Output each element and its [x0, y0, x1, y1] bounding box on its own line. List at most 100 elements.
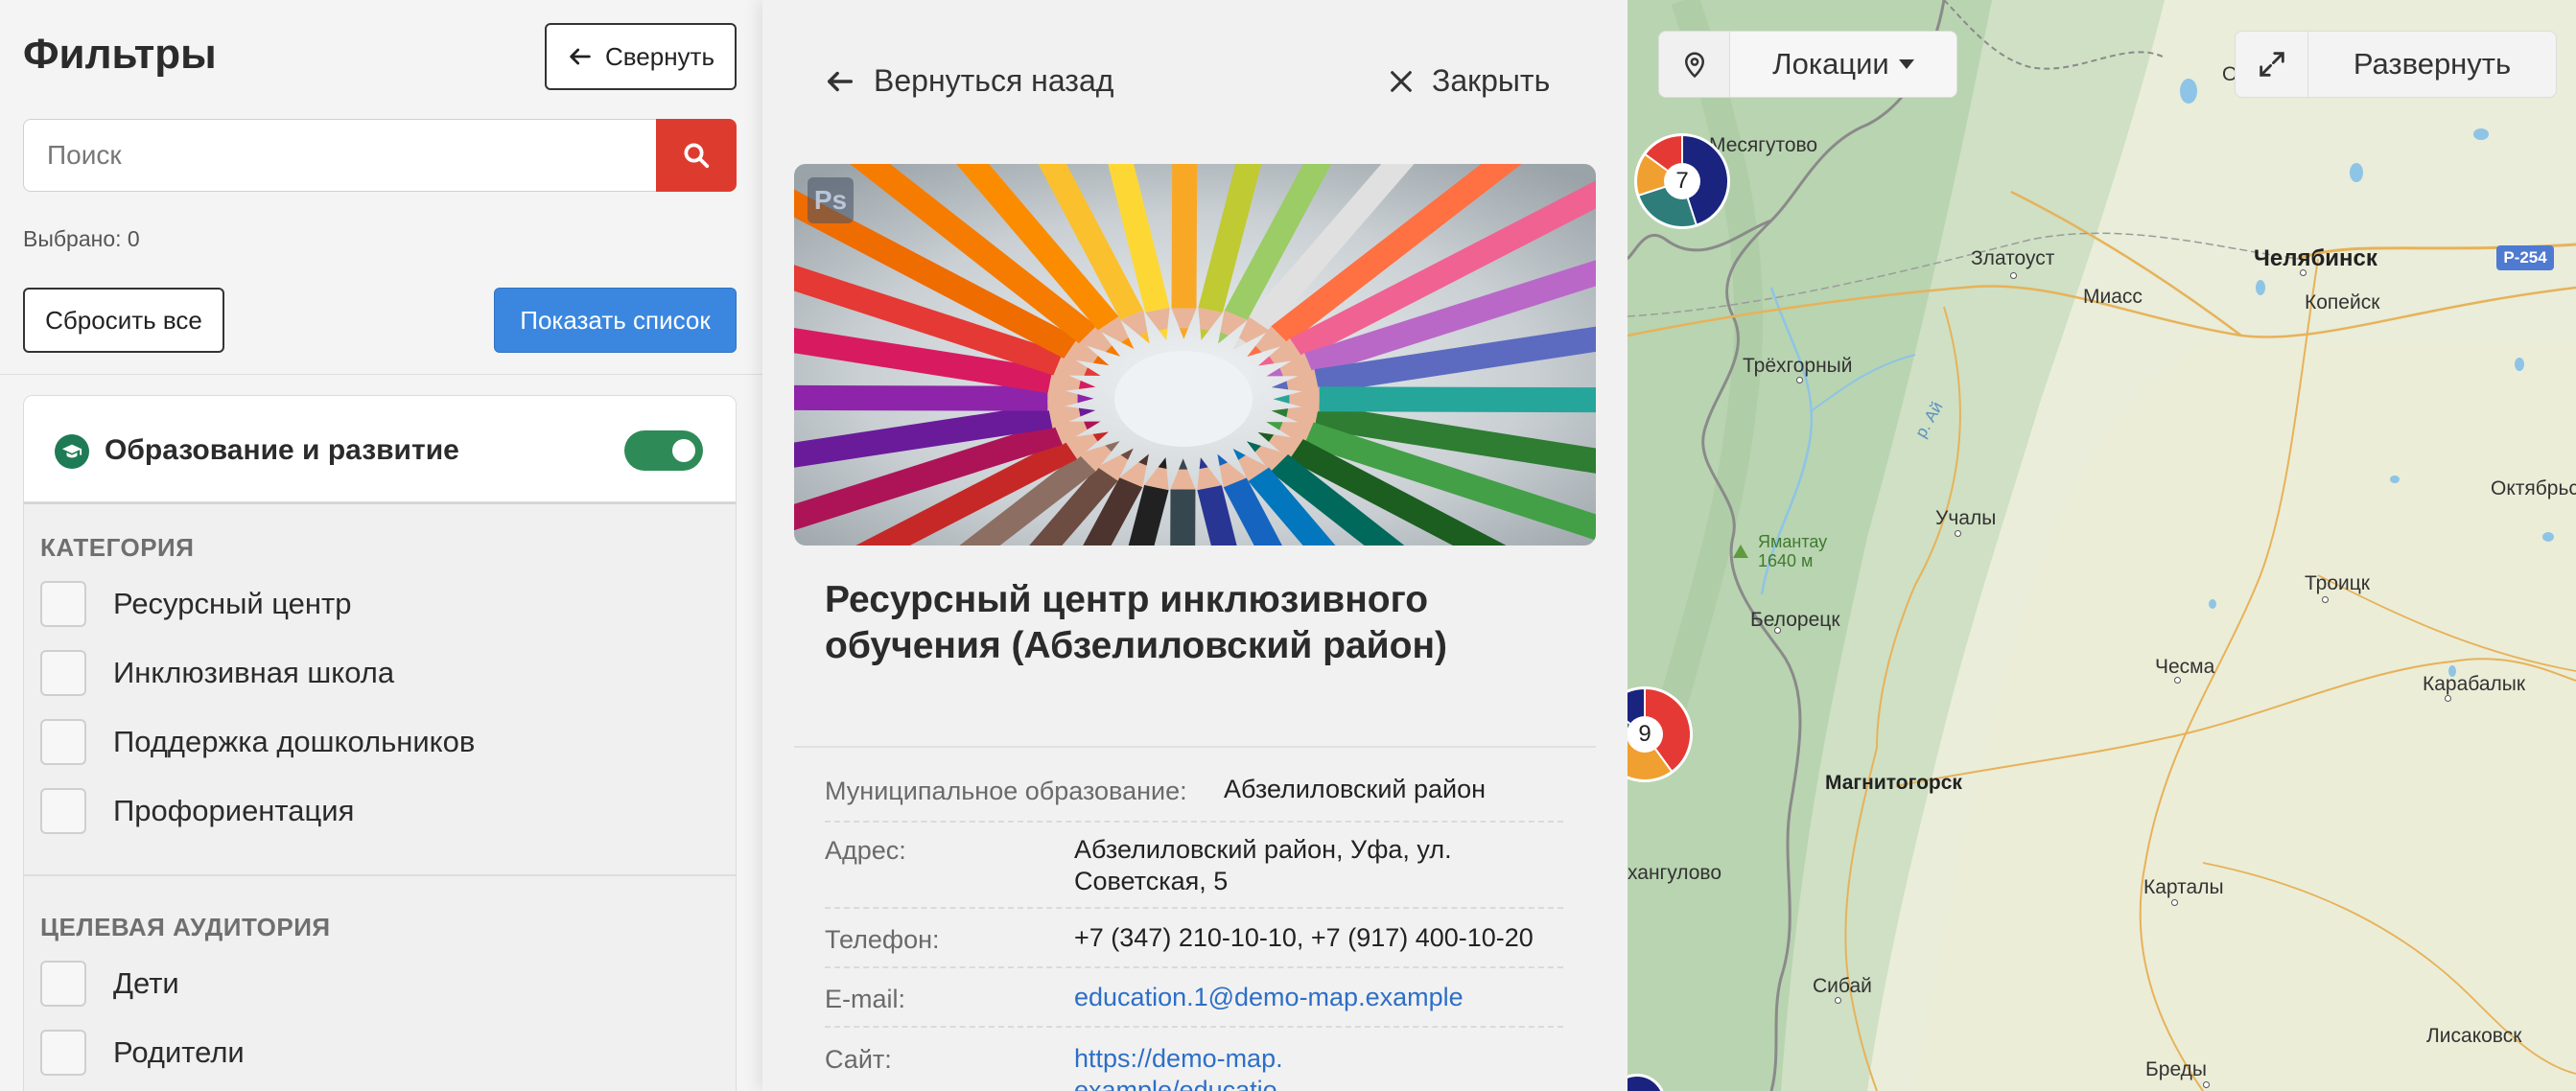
map[interactable]: Озерск Месягутово Златоуст Челябинск Коп… [1628, 0, 2576, 1091]
checkbox-row[interactable]: Родители [40, 1030, 245, 1076]
back-button[interactable]: Вернуться назад [824, 63, 1113, 99]
checkbox-row[interactable]: Ресурсный центр [40, 581, 351, 627]
checkbox-row[interactable]: Поддержка дошкольников [40, 719, 475, 765]
pencil-body [1319, 386, 1596, 413]
map-label-kopeysk: Копейск [2305, 291, 2380, 313]
place-title: Ресурсный центр инклюзивного обучения (А… [825, 579, 1448, 666]
checkbox-row[interactable]: Профориентация [40, 788, 354, 834]
close-button[interactable]: Закрыть [1388, 63, 1550, 99]
divider [794, 746, 1596, 748]
map-label-kartaly: Карталы [2143, 876, 2224, 898]
email-link[interactable]: education.1@demo-map.example [1074, 982, 1464, 1013]
checkbox[interactable] [40, 961, 86, 1007]
checkbox-label: Родители [113, 1035, 245, 1069]
expand-button[interactable]: Развернуть [2308, 32, 2556, 97]
info-row-site: Сайт: https://demo-map.example/education… [825, 1028, 1563, 1091]
map-label-karabalyk: Карабалык [2423, 673, 2526, 695]
section-heading-audience: ЦЕЛЕВАЯ АУДИТОРИЯ [40, 913, 331, 941]
yamantau-height: 1640 м [1758, 551, 1814, 570]
map-label-lisakovsk: Лисаковск [2426, 1025, 2522, 1047]
category-title: Образование и развитие [105, 434, 459, 466]
map-label-magnitogorsk: Магнитогорск [1825, 772, 1962, 794]
search-button[interactable] [656, 119, 737, 192]
details-panel: Вернуться назад Закрыть Ps Ресурсный цен… [762, 0, 1628, 1091]
town-marker [2322, 596, 2329, 603]
info-label: Адрес: [825, 836, 906, 865]
back-button-label: Вернуться назад [874, 63, 1114, 98]
yamantau-name: Ямантау [1758, 532, 1828, 551]
town-marker [1774, 627, 1781, 634]
show-list-button[interactable]: Показать список [494, 288, 737, 353]
map-label-sibay: Сибай [1813, 975, 1872, 997]
info-label: Сайт: [825, 1045, 892, 1074]
info-row-phone: Телефон: +7 (347) 210-10-10, +7 (917) 40… [825, 909, 1563, 968]
info-label: Муниципальное образование: [825, 777, 1187, 805]
pencil-body [1171, 164, 1198, 309]
category-toggle[interactable] [624, 430, 703, 471]
filters-panel: Фильтры Свернуть Выбрано: 0 Сбросить все… [0, 0, 762, 1091]
checkbox[interactable] [40, 719, 86, 765]
collapse-button-label: Свернуть [604, 41, 715, 71]
map-label-beloretsk: Белорецк [1750, 609, 1840, 631]
checkbox-label: Инклюзивная школа [113, 656, 395, 689]
town-marker [2445, 695, 2451, 702]
close-icon [1391, 70, 1412, 92]
close-button-label: Закрыть [1432, 63, 1551, 98]
arrow-left-icon [570, 48, 591, 65]
map-label-uchaly: Учалы [1935, 507, 1997, 529]
checkbox-label: Поддержка дошкольников [113, 725, 476, 758]
checkbox-label: Профориентация [113, 794, 355, 827]
map-label-bredy: Бреды [2145, 1058, 2208, 1080]
filter-options: КАТЕГОРИЯ Ресурсный центр Инклюзивная шк… [23, 502, 737, 1091]
checkbox[interactable] [40, 788, 86, 834]
info-label: E-mail: [825, 985, 906, 1013]
locations-dropdown[interactable]: Локации [1730, 32, 1956, 97]
search-icon [684, 143, 710, 169]
collapse-button[interactable]: Свернуть [545, 23, 737, 90]
checkbox-row[interactable]: Инклюзивная школа [40, 650, 394, 696]
category-card: Образование и развитие [23, 395, 737, 502]
info-value: Абзелиловский район, Уфа, ул. Советская,… [1074, 835, 1452, 895]
search-input[interactable] [23, 119, 656, 192]
place-photo: Ps [794, 164, 1596, 546]
town-marker [2010, 272, 2017, 279]
expand-control[interactable]: Развернуть [2235, 31, 2557, 98]
checkbox[interactable] [40, 581, 86, 627]
arrow-left-icon [827, 71, 854, 91]
info-row-municipality: Муниципальное образование: Абзелиловский… [825, 767, 1563, 823]
town-marker [1955, 530, 1961, 537]
town-marker [2300, 269, 2307, 276]
route-badge: Р-254 [2496, 245, 2554, 270]
locations-control[interactable]: Локации [1658, 31, 1957, 98]
location-pin-button[interactable] [1659, 32, 1730, 97]
expand-icon [2259, 52, 2284, 77]
town-marker [2203, 1081, 2210, 1088]
cluster-count: 7 [1664, 163, 1700, 199]
town-marker [1796, 377, 1803, 383]
map-label-troitsk: Троицк [2305, 572, 2370, 594]
photoshop-badge: Ps [808, 177, 854, 223]
map-label-miass: Миасс [2083, 286, 2143, 308]
info-label: Телефон: [825, 925, 940, 954]
info-row-address: Адрес: Абзелиловский район, Уфа, ул. Сов… [825, 823, 1563, 909]
caret-down-icon [1898, 59, 1914, 69]
selected-count: Выбрано: 0 [23, 226, 140, 251]
section-divider [24, 874, 736, 876]
town-marker [2174, 677, 2181, 684]
map-cluster-marker[interactable]: 9 [1628, 685, 1695, 784]
reset-all-button[interactable]: Сбросить все [23, 288, 224, 353]
map-label-zlatoust: Златоуст [1971, 247, 2055, 269]
info-value: Абзелиловский район [1224, 775, 1487, 803]
graduation-cap-icon [55, 434, 89, 469]
info-row-email: E-mail: education.1@demo-map.example [825, 968, 1563, 1028]
checkbox[interactable] [40, 650, 86, 696]
map-cluster-marker[interactable]: 7 [1632, 131, 1732, 231]
site-link[interactable]: https://demo-map.example/education/1/ [1074, 1043, 1285, 1091]
town-marker [1835, 997, 1841, 1004]
map-label-chelyabinsk: Челябинск [2254, 245, 2377, 271]
expand-icon-button[interactable] [2236, 32, 2308, 97]
pencil-body [1170, 489, 1196, 546]
checkbox[interactable] [40, 1030, 86, 1076]
info-value: +7 (347) 210-10-10, +7 (917) 400-10-20 [1074, 923, 1534, 952]
checkbox-row[interactable]: Дети [40, 961, 179, 1007]
